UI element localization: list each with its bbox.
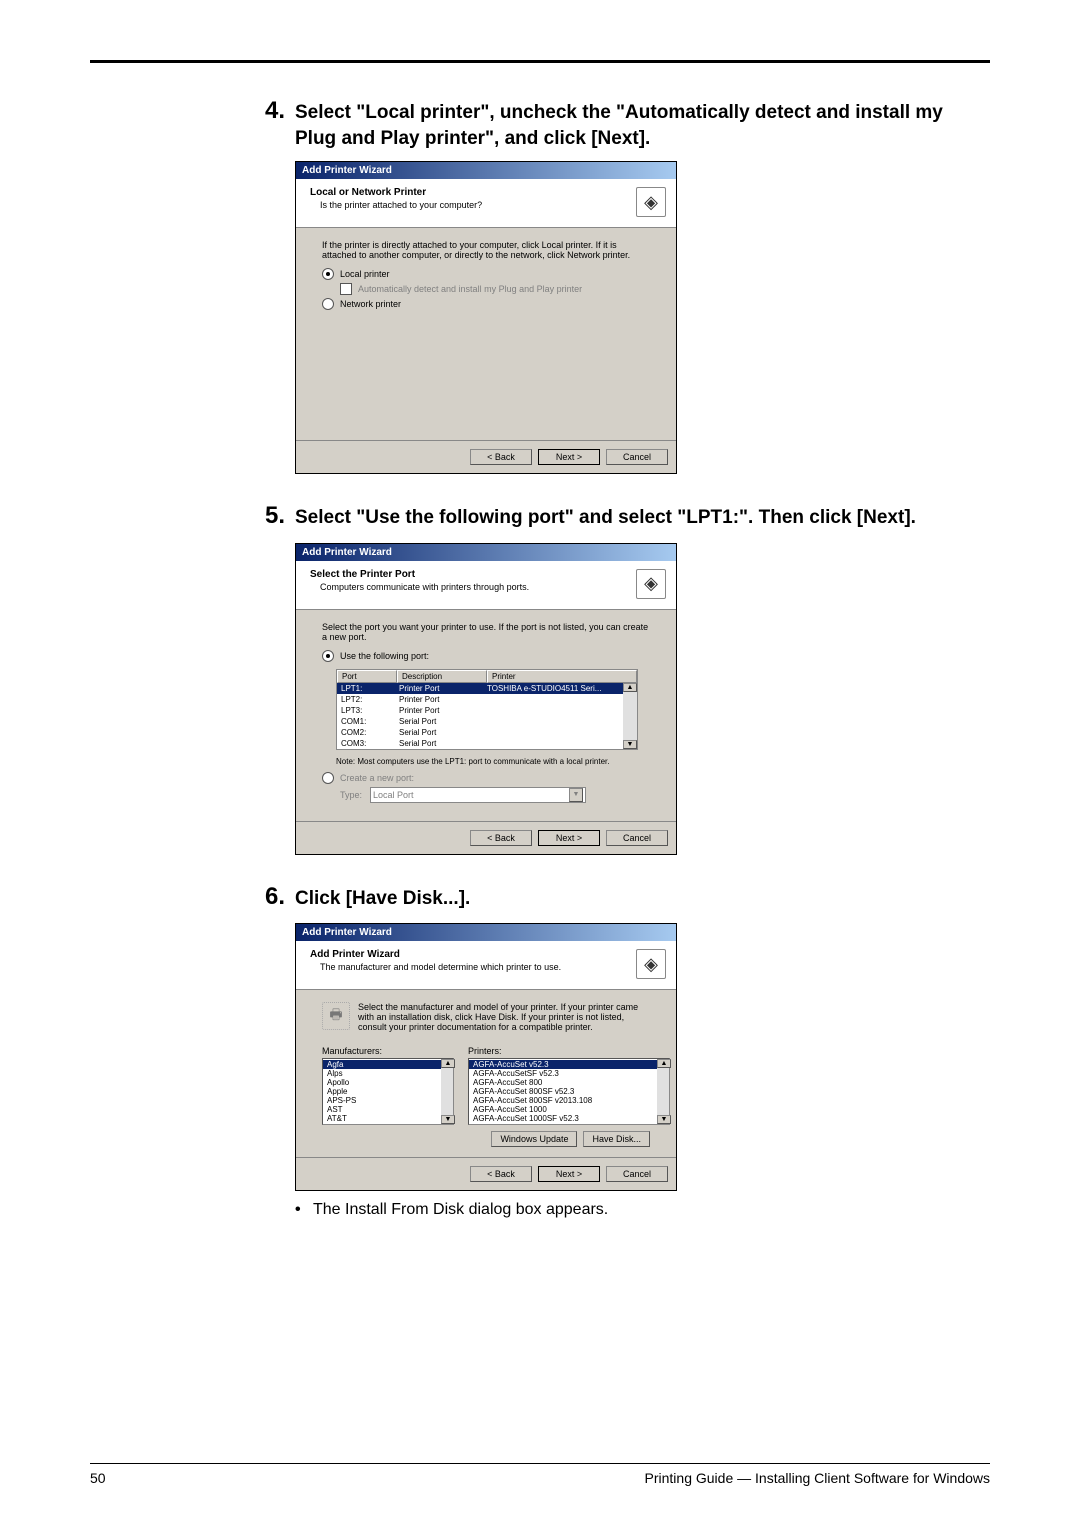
dialog1-header-title: Local or Network Printer	[310, 187, 482, 198]
radio-create-port-label: Create a new port:	[340, 773, 414, 783]
dialog-select-port: Add Printer Wizard Select the Printer Po…	[295, 543, 677, 855]
list-item[interactable]: AGFA-AccuSet 1000	[469, 1105, 657, 1114]
cancel-button[interactable]: Cancel	[606, 449, 668, 465]
dialog3-header-title: Add Printer Wizard	[310, 949, 561, 960]
chevron-down-icon[interactable]: ▼	[569, 788, 583, 802]
radio-network-printer[interactable]	[322, 298, 334, 310]
table-row[interactable]: COM3: Serial Port	[337, 738, 623, 749]
col-port: Port	[337, 670, 397, 683]
scroll-up-icon[interactable]: ▲	[441, 1059, 455, 1068]
step-6-text: Click [Have Disk...].	[295, 886, 470, 912]
radio-local-printer[interactable]	[322, 268, 334, 280]
list-item[interactable]: AGFA-AccuSet 800SF v52.3	[469, 1087, 657, 1096]
scroll-up-icon[interactable]: ▲	[657, 1059, 671, 1068]
radio-network-printer-label: Network printer	[340, 299, 401, 309]
step-5-text: Select "Use the following port" and sele…	[295, 505, 916, 531]
step-6-number: 6.	[265, 881, 295, 913]
step-4-text: Select "Local printer", uncheck the "Aut…	[295, 100, 985, 151]
scroll-down-icon[interactable]: ▼	[441, 1115, 455, 1124]
list-item[interactable]: AGFA-AccuSet 1000SF v52.3	[469, 1114, 657, 1123]
port-type-value: Local Port	[373, 790, 414, 800]
printer-disk-icon: 🖶	[322, 1002, 350, 1030]
radio-create-port[interactable]	[322, 772, 334, 784]
cancel-button[interactable]: Cancel	[606, 1166, 668, 1182]
port-type-dropdown[interactable]: Local Port ▼	[370, 787, 586, 803]
checkbox-auto-detect-label: Automatically detect and install my Plug…	[358, 284, 582, 294]
back-button[interactable]: < Back	[470, 1166, 532, 1182]
table-row[interactable]: LPT2: Printer Port	[337, 694, 623, 705]
cancel-button[interactable]: Cancel	[606, 830, 668, 846]
dialog3-description: Select the manufacturer and model of you…	[358, 1002, 650, 1032]
list-item[interactable]: AGFA-AccuSetSF v52.3	[469, 1069, 657, 1078]
checkbox-auto-detect[interactable]	[340, 283, 352, 295]
have-disk-button[interactable]: Have Disk...	[583, 1131, 650, 1147]
list-item[interactable]: Apollo	[323, 1078, 441, 1087]
table-row[interactable]: LPT3: Printer Port	[337, 705, 623, 716]
dialog3-header-sub: The manufacturer and model determine whi…	[320, 962, 561, 972]
manufacturers-list[interactable]: Agfa Alps Apollo Apple APS-PS AST AT&T ▲	[322, 1058, 454, 1125]
back-button[interactable]: < Back	[470, 449, 532, 465]
radio-local-printer-label: Local printer	[340, 269, 390, 279]
printers-label: Printers:	[468, 1046, 670, 1056]
page-number: 50	[90, 1470, 106, 1486]
next-button[interactable]: Next >	[538, 1166, 600, 1182]
bullet-icon: •	[295, 1201, 313, 1219]
printer-icon: ◈	[636, 569, 666, 599]
next-button[interactable]: Next >	[538, 830, 600, 846]
printers-list[interactable]: AGFA-AccuSet v52.3 AGFA-AccuSetSF v52.3 …	[468, 1058, 670, 1125]
table-row[interactable]: COM2: Serial Port	[337, 727, 623, 738]
table-row[interactable]: COM1: Serial Port	[337, 716, 623, 727]
list-item[interactable]: APS-PS	[323, 1096, 441, 1105]
list-item[interactable]: Alps	[323, 1069, 441, 1078]
manufacturers-label: Manufacturers:	[322, 1046, 454, 1056]
list-item[interactable]: AST	[323, 1105, 441, 1114]
scroll-up-icon[interactable]: ▲	[623, 683, 637, 692]
back-button[interactable]: < Back	[470, 830, 532, 846]
list-item[interactable]: AT&T	[323, 1114, 441, 1123]
windows-update-button[interactable]: Windows Update	[491, 1131, 577, 1147]
printer-icon: ◈	[636, 187, 666, 217]
scroll-down-icon[interactable]: ▼	[657, 1115, 671, 1124]
dialog2-description: Select the port you want your printer to…	[322, 622, 650, 642]
dialog3-title: Add Printer Wizard	[296, 924, 676, 941]
footer-title: Printing Guide — Installing Client Softw…	[645, 1470, 990, 1486]
dialog2-title: Add Printer Wizard	[296, 544, 676, 561]
step-5-number: 5.	[265, 500, 295, 532]
port-note: Note: Most computers use the LPT1: port …	[336, 757, 650, 766]
dialog-local-or-network: Add Printer Wizard Local or Network Prin…	[295, 161, 677, 474]
port-table[interactable]: Port Description Printer LPT1: Printer P…	[336, 669, 638, 750]
list-item[interactable]: AGFA-AccuSet 800SF v2013.108	[469, 1096, 657, 1105]
list-item[interactable]: Agfa	[323, 1060, 441, 1069]
dialog2-header-title: Select the Printer Port	[310, 569, 529, 580]
list-item[interactable]: Apple	[323, 1087, 441, 1096]
bullet-text: The Install From Disk dialog box appears…	[313, 1201, 608, 1219]
radio-use-port[interactable]	[322, 650, 334, 662]
dialog1-header-sub: Is the printer attached to your computer…	[320, 200, 482, 210]
step-4-number: 4.	[265, 95, 295, 127]
printer-icon: ◈	[636, 949, 666, 979]
list-item[interactable]: AGFA-AccuSet v52.3	[469, 1060, 657, 1069]
scroll-down-icon[interactable]: ▼	[623, 740, 637, 749]
col-printer: Printer	[487, 670, 637, 683]
type-label: Type:	[340, 790, 362, 800]
list-item[interactable]: AGFA-AccuSet 800	[469, 1078, 657, 1087]
table-row[interactable]: LPT1: Printer Port TOSHIBA e-STUDIO4511 …	[337, 683, 623, 694]
dialog1-title: Add Printer Wizard	[296, 162, 676, 179]
next-button[interactable]: Next >	[538, 449, 600, 465]
dialog2-header-sub: Computers communicate with printers thro…	[320, 582, 529, 592]
dialog1-description: If the printer is directly attached to y…	[322, 240, 650, 260]
radio-use-port-label: Use the following port:	[340, 651, 429, 661]
dialog-select-printer-model: Add Printer Wizard Add Printer Wizard Th…	[295, 923, 677, 1191]
col-description: Description	[397, 670, 487, 683]
